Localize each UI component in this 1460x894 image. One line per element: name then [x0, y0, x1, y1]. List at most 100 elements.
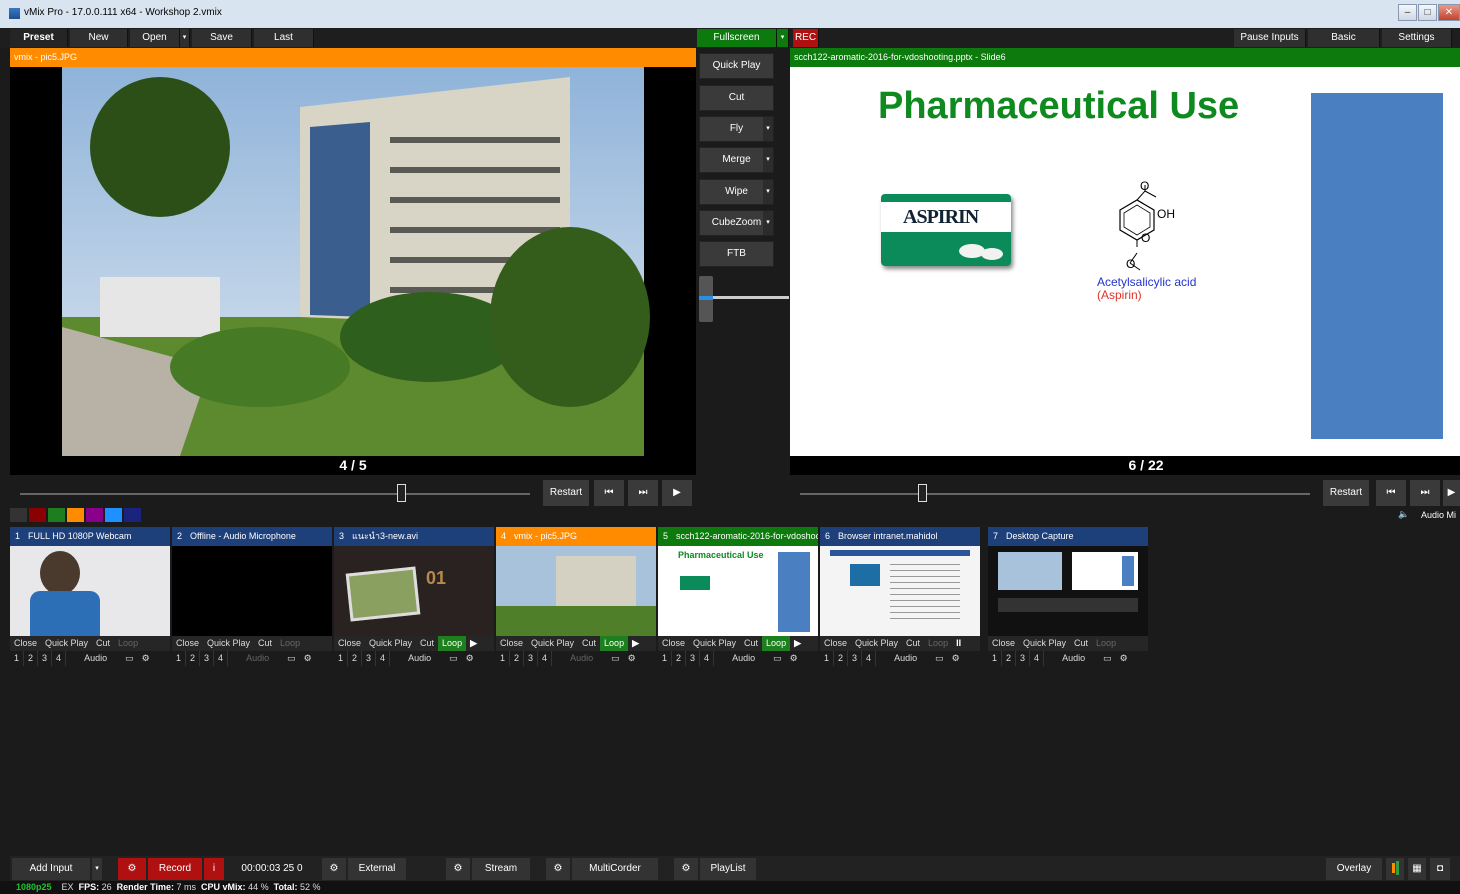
input-audio-button[interactable]: Audio: [66, 651, 111, 666]
overlay-2-button[interactable]: 2: [186, 651, 201, 666]
transition-quick-play-button[interactable]: Quick Play: [699, 53, 774, 79]
basic-button[interactable]: Basic: [1308, 29, 1380, 47]
input-header[interactable]: 5 scch122-aromatic-2016-for-vdoshooting: [658, 527, 818, 546]
fullscreen-button[interactable]: Fullscreen: [697, 29, 777, 47]
input-header[interactable]: 1 FULL HD 1080P Webcam: [10, 527, 170, 546]
preview-seek-handle[interactable]: [397, 484, 406, 502]
color-swatch[interactable]: [48, 508, 65, 522]
record-info-button[interactable]: i: [204, 858, 224, 880]
overlay-2-button[interactable]: 2: [510, 651, 525, 666]
input-audio-button[interactable]: Audio: [228, 651, 273, 666]
input-settings-gear-icon[interactable]: ⚙: [948, 651, 964, 666]
output-previous-icon[interactable]: ⏮: [1376, 480, 1406, 506]
input-settings-gear-icon[interactable]: ⚙: [1116, 651, 1132, 666]
new-button[interactable]: New: [70, 29, 128, 47]
input-quick-play-button[interactable]: Quick Play: [689, 636, 740, 651]
input-thumbnail[interactable]: [820, 546, 980, 636]
input-close-button[interactable]: Close: [658, 636, 689, 651]
audio-mixer-icon[interactable]: 🔈: [1398, 509, 1409, 520]
input-cut-button[interactable]: Cut: [92, 636, 114, 651]
input-close-button[interactable]: Close: [820, 636, 851, 651]
add-input-dropdown-icon[interactable]: ▾: [92, 858, 102, 880]
audio-levels-icon[interactable]: [1386, 858, 1404, 880]
minimize-icon[interactable]: –: [1398, 4, 1417, 21]
overlay-1-button[interactable]: 1: [334, 651, 349, 666]
input-close-button[interactable]: Close: [10, 636, 41, 651]
color-swatch[interactable]: [67, 508, 84, 522]
input-tile[interactable]: 1 FULL HD 1080P Webcam Close Quick Play Cut L…: [10, 527, 170, 666]
multicorder-button[interactable]: MultiCorder: [572, 858, 658, 880]
input-close-button[interactable]: Close: [988, 636, 1019, 651]
input-monitor-icon[interactable]: ▭: [1099, 651, 1116, 666]
input-loop-button[interactable]: Loop: [276, 636, 304, 651]
overlay-1-button[interactable]: 1: [988, 651, 1003, 666]
transition-dropdown-icon[interactable]: ▾: [763, 117, 773, 141]
color-swatch[interactable]: [124, 508, 141, 522]
input-settings-gear-icon[interactable]: ⚙: [624, 651, 640, 666]
input-loop-button[interactable]: Loop: [762, 636, 791, 651]
input-quick-play-button[interactable]: Quick Play: [527, 636, 578, 651]
settings-button[interactable]: Settings: [1382, 29, 1452, 47]
overlay-4-button[interactable]: 4: [538, 651, 553, 666]
output-play-icon[interactable]: ▶: [1443, 480, 1460, 506]
overlay-3-button[interactable]: 3: [38, 651, 53, 666]
input-cut-button[interactable]: Cut: [740, 636, 762, 651]
overlay-4-button[interactable]: 4: [52, 651, 67, 666]
input-loop-button[interactable]: Loop: [1092, 636, 1120, 651]
input-header[interactable]: 4 vmix - pic5.JPG: [496, 527, 656, 546]
multiview-layout-icon[interactable]: ▦: [1408, 858, 1426, 880]
transition-dropdown-icon[interactable]: ▾: [763, 148, 773, 172]
input-close-button[interactable]: Close: [496, 636, 527, 651]
color-swatch[interactable]: [10, 508, 27, 522]
transition-dropdown-icon[interactable]: ▾: [763, 180, 773, 204]
input-tile[interactable]: 3 แนะนำ3-new.avi 01 Close Quick Play Cut Loop ▶…: [334, 527, 494, 666]
overlay-3-button[interactable]: 3: [686, 651, 701, 666]
input-monitor-icon[interactable]: ▭: [121, 651, 138, 666]
overlay-1-button[interactable]: 1: [172, 651, 187, 666]
output-next-icon[interactable]: ⏭: [1410, 480, 1440, 506]
input-monitor-icon[interactable]: ▭: [283, 651, 300, 666]
overlay-1-button[interactable]: 1: [10, 651, 25, 666]
input-loop-button[interactable]: Loop: [438, 636, 467, 651]
overlay-button[interactable]: Overlay: [1326, 858, 1382, 880]
input-monitor-icon[interactable]: ▭: [445, 651, 462, 666]
input-close-button[interactable]: Close: [334, 636, 365, 651]
transition-wipe-button[interactable]: Wipe ▾: [699, 179, 774, 205]
fullscreen-dropdown-icon[interactable]: ▾: [777, 29, 789, 47]
input-audio-button[interactable]: Audio: [390, 651, 435, 666]
input-cut-button[interactable]: Cut: [416, 636, 438, 651]
input-quick-play-button[interactable]: Quick Play: [851, 636, 902, 651]
playlist-button[interactable]: PlayList: [700, 858, 756, 880]
overlay-1-button[interactable]: 1: [658, 651, 673, 666]
preview-monitor[interactable]: [10, 67, 696, 456]
input-quick-play-button[interactable]: Quick Play: [1019, 636, 1070, 651]
input-tile[interactable]: 2 Offline - Audio Microphone Close Quick Pl…: [172, 527, 332, 666]
input-cut-button[interactable]: Cut: [254, 636, 276, 651]
input-cut-button[interactable]: Cut: [1070, 636, 1092, 651]
input-thumbnail[interactable]: [172, 546, 332, 636]
transition-cut-button[interactable]: Cut: [699, 85, 774, 111]
preview-restart-button[interactable]: Restart: [543, 480, 589, 506]
transition-merge-button[interactable]: Merge ▾: [699, 147, 774, 173]
input-tile[interactable]: 6 Browser intranet.mahidol Close Quick Play…: [820, 527, 980, 666]
preview-next-icon[interactable]: ⏭: [628, 480, 658, 506]
overlay-3-button[interactable]: 3: [524, 651, 539, 666]
input-header[interactable]: 7 Desktop Capture: [988, 527, 1148, 546]
input-play-icon[interactable]: ▶: [628, 636, 643, 651]
input-audio-button[interactable]: Audio: [876, 651, 921, 666]
overlay-4-button[interactable]: 4: [376, 651, 391, 666]
color-swatch[interactable]: [105, 508, 122, 522]
input-quick-play-button[interactable]: Quick Play: [365, 636, 416, 651]
open-button[interactable]: Open: [130, 29, 180, 47]
overlay-2-button[interactable]: 2: [1002, 651, 1017, 666]
transition-cubezoom-button[interactable]: CubeZoom ▾: [699, 210, 774, 236]
stream-button[interactable]: Stream: [472, 858, 530, 880]
record-button[interactable]: Record: [148, 858, 202, 880]
audio-mixer-label[interactable]: Audio Mi: [1421, 510, 1456, 520]
external-settings-gear-icon[interactable]: ⚙: [322, 858, 346, 880]
input-settings-gear-icon[interactable]: ⚙: [300, 651, 316, 666]
input-settings-gear-icon[interactable]: ⚙: [786, 651, 802, 666]
color-swatch[interactable]: [86, 508, 103, 522]
input-loop-button[interactable]: Loop: [600, 636, 629, 651]
input-header[interactable]: 2 Offline - Audio Microphone: [172, 527, 332, 546]
